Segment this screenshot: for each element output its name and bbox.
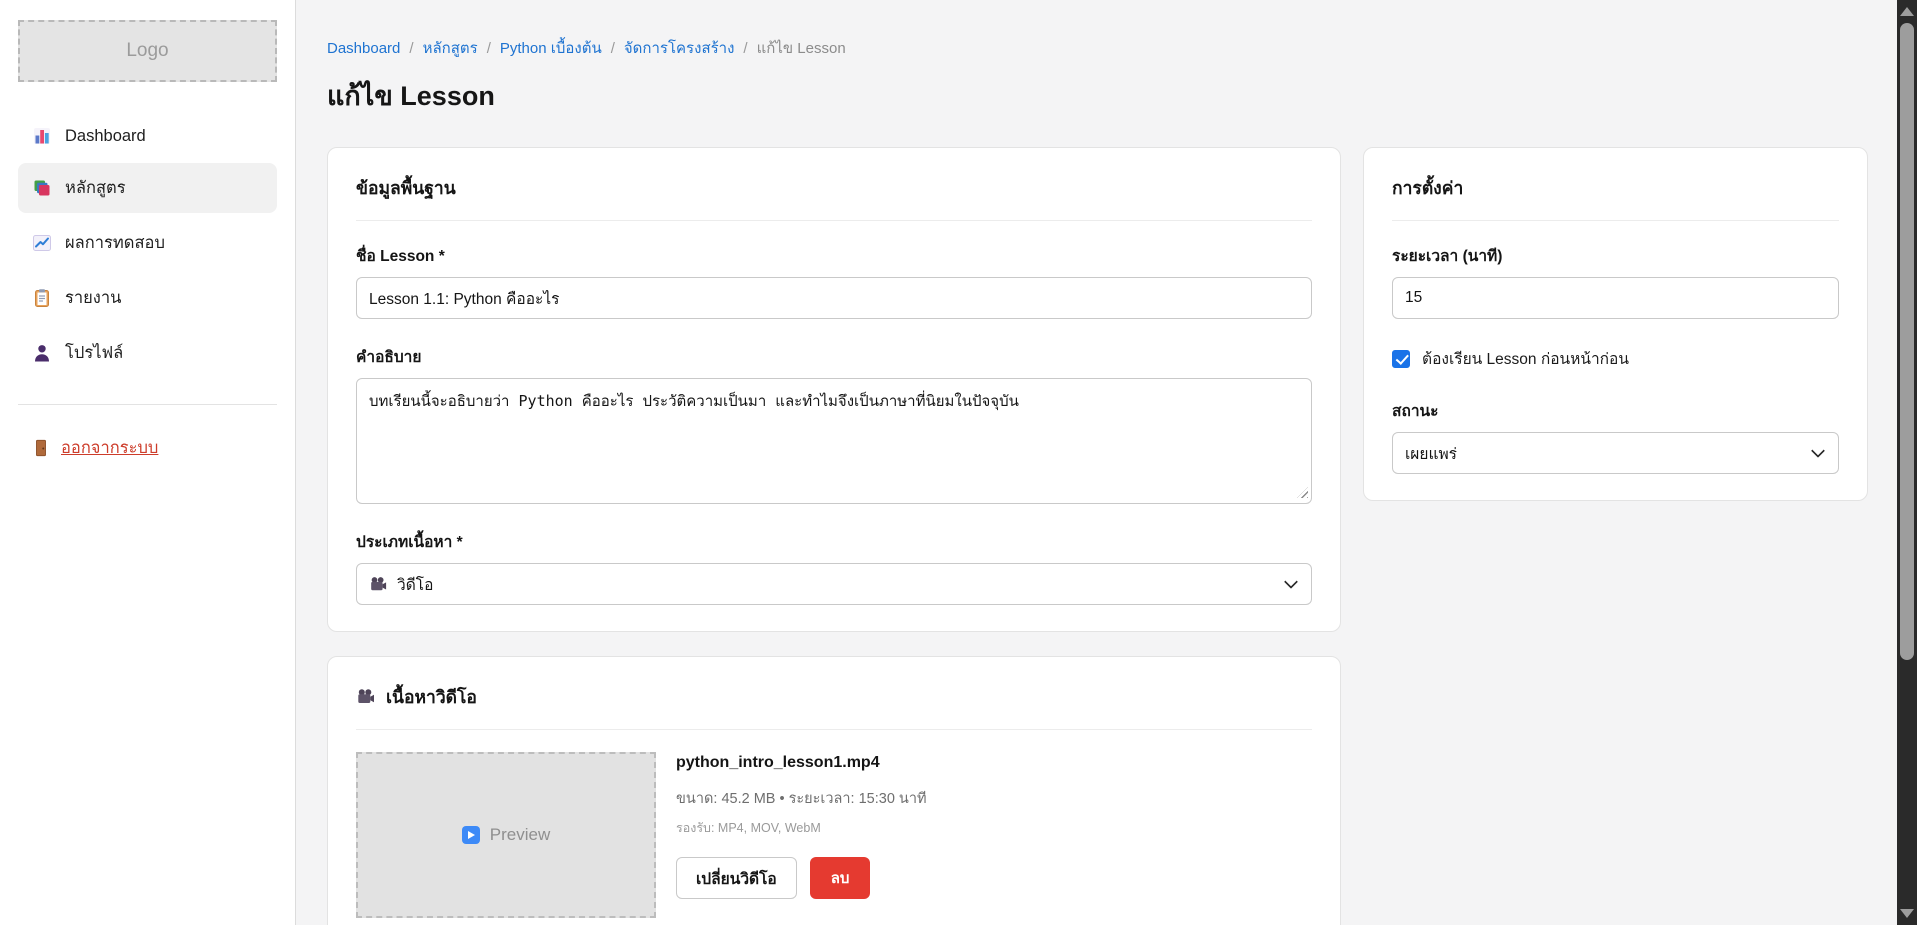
lesson-name-label: ชื่อ Lesson *: [356, 243, 1312, 268]
video-info: python_intro_lesson1.mp4 ขนาด: 45.2 MB •…: [676, 752, 927, 918]
card-divider: [1392, 220, 1839, 221]
breadcrumb-link-structure[interactable]: จัดการโครงสร้าง: [624, 36, 735, 60]
video-meta: ขนาด: 45.2 MB • ระยะเวลา: 15:30 นาที: [676, 787, 927, 810]
logo-placeholder: Logo: [18, 20, 277, 82]
duration-label: ระยะเวลา (นาที): [1392, 243, 1839, 268]
breadcrumb-link-courses[interactable]: หลักสูตร: [423, 36, 478, 60]
breadcrumb-separator: /: [743, 40, 747, 57]
status-value: เผยแพร่: [1405, 441, 1457, 466]
description-textarea[interactable]: บทเรียนนี้จะอธิบายว่า Python คืออะไร ประ…: [356, 378, 1312, 504]
breadcrumb-link-course[interactable]: Python เบื้องต้น: [500, 36, 602, 60]
prerequisite-label: ต้องเรียน Lesson ก่อนหน้าก่อน: [1422, 346, 1629, 371]
breadcrumb-separator: /: [409, 40, 413, 57]
content-type-value: วิดีโอ: [397, 572, 433, 597]
sidebar-item-courses[interactable]: หลักสูตร: [18, 163, 277, 213]
settings-card: การตั้งค่า ระยะเวลา (นาที) ต้องเรียน Les…: [1363, 147, 1868, 501]
video-icon: [356, 687, 376, 707]
play-icon: [462, 826, 480, 844]
chevron-down-icon: [1811, 444, 1825, 458]
page-title: แก้ไข Lesson: [327, 74, 1868, 117]
breadcrumb-link-dashboard[interactable]: Dashboard: [327, 40, 400, 57]
sidebar-item-test-results[interactable]: ผลการทดสอบ: [18, 218, 277, 268]
duration-input[interactable]: [1392, 277, 1839, 319]
sidebar-item-dashboard[interactable]: Dashboard: [18, 114, 277, 158]
reports-icon: [32, 288, 52, 308]
sidebar-item-label: รายงาน: [65, 285, 121, 311]
settings-title: การตั้งค่า: [1392, 174, 1839, 202]
video-card-title-text: เนื้อหาวิดีโอ: [386, 683, 477, 711]
dashboard-icon: [32, 126, 52, 146]
basic-info-card: ข้อมูลพื้นฐาน ชื่อ Lesson * คำอธิบาย บทเ…: [327, 147, 1341, 632]
change-video-button[interactable]: เปลี่ยนวิดีโอ: [676, 857, 797, 899]
breadcrumb: Dashboard / หลักสูตร / Python เบื้องต้น …: [327, 36, 1868, 60]
description-field: คำอธิบาย บทเรียนนี้จะอธิบายว่า Python คื…: [356, 344, 1312, 504]
lesson-name-field: ชื่อ Lesson *: [356, 243, 1312, 319]
side-column: การตั้งค่า ระยะเวลา (นาที) ต้องเรียน Les…: [1363, 147, 1868, 501]
main-column: ข้อมูลพื้นฐาน ชื่อ Lesson * คำอธิบาย บทเ…: [327, 147, 1341, 925]
basic-info-title: ข้อมูลพื้นฐาน: [356, 174, 1312, 202]
sidebar-item-reports[interactable]: รายงาน: [18, 273, 277, 323]
scrollbar-track[interactable]: [1897, 0, 1917, 925]
lesson-name-input[interactable]: [356, 277, 1312, 319]
logout-link[interactable]: ออกจากระบบ: [32, 435, 158, 461]
video-card-title: เนื้อหาวิดีโอ: [356, 683, 1312, 711]
sidebar-item-label: Dashboard: [65, 127, 146, 146]
content-type-label: ประเภทเนื้อหา *: [356, 529, 1312, 554]
sidebar-item-label: หลักสูตร: [65, 175, 126, 201]
logout-label: ออกจากระบบ: [61, 435, 158, 461]
card-divider: [356, 220, 1312, 221]
sidebar: Logo Dashboard หลักสูตร ผลการทดสอบ รายงา…: [0, 0, 296, 925]
video-preview[interactable]: Preview: [356, 752, 656, 918]
logo-text: Logo: [126, 40, 168, 62]
scrollbar-thumb[interactable]: [1900, 23, 1914, 660]
prerequisite-checkbox-row: ต้องเรียน Lesson ก่อนหน้าก่อน: [1392, 346, 1839, 371]
description-label: คำอธิบาย: [356, 344, 1312, 369]
logout-icon: [32, 438, 50, 458]
scrollbar-up-arrow[interactable]: [1900, 7, 1914, 16]
status-label: สถานะ: [1392, 398, 1839, 423]
main-content: Dashboard / หลักสูตร / Python เบื้องต้น …: [296, 0, 1917, 925]
content-type-field: ประเภทเนื้อหา * วิดีโอ: [356, 529, 1312, 605]
video-content-card: เนื้อหาวิดีโอ Preview python_intro_lesso…: [327, 656, 1341, 925]
test-results-icon: [32, 233, 52, 253]
video-supported-formats: รองรับ: MP4, MOV, WebM: [676, 818, 927, 838]
prerequisite-checkbox[interactable]: [1392, 350, 1410, 368]
delete-video-button[interactable]: ลบ: [810, 857, 871, 899]
breadcrumb-separator: /: [487, 40, 491, 57]
video-preview-label: Preview: [490, 825, 550, 845]
status-field: สถานะ เผยแพร่: [1392, 398, 1839, 474]
chevron-down-icon: [1284, 575, 1298, 589]
video-filename: python_intro_lesson1.mp4: [676, 754, 927, 772]
breadcrumb-current: แก้ไข Lesson: [757, 36, 846, 60]
description-textarea-wrap: บทเรียนนี้จะอธิบายว่า Python คืออะไร ประ…: [356, 378, 1312, 504]
courses-icon: [32, 178, 52, 198]
sidebar-menu: Dashboard หลักสูตร ผลการทดสอบ รายงาน โปร…: [18, 114, 277, 378]
video-icon: [369, 575, 388, 594]
sidebar-item-label: โปรไฟล์: [65, 340, 123, 366]
sidebar-item-label: ผลการทดสอบ: [65, 230, 165, 256]
breadcrumb-separator: /: [611, 40, 615, 57]
card-divider: [356, 729, 1312, 730]
sidebar-divider: [18, 404, 277, 405]
status-select[interactable]: เผยแพร่: [1392, 432, 1839, 474]
content-columns: ข้อมูลพื้นฐาน ชื่อ Lesson * คำอธิบาย บทเ…: [327, 147, 1868, 925]
sidebar-item-profile[interactable]: โปรไฟล์: [18, 328, 277, 378]
profile-icon: [32, 343, 52, 363]
video-actions: เปลี่ยนวิดีโอ ลบ: [676, 857, 927, 899]
duration-field: ระยะเวลา (นาที): [1392, 243, 1839, 319]
video-row: Preview python_intro_lesson1.mp4 ขนาด: 4…: [356, 752, 1312, 918]
content-type-select[interactable]: วิดีโอ: [356, 563, 1312, 605]
scrollbar-down-arrow[interactable]: [1900, 909, 1914, 918]
